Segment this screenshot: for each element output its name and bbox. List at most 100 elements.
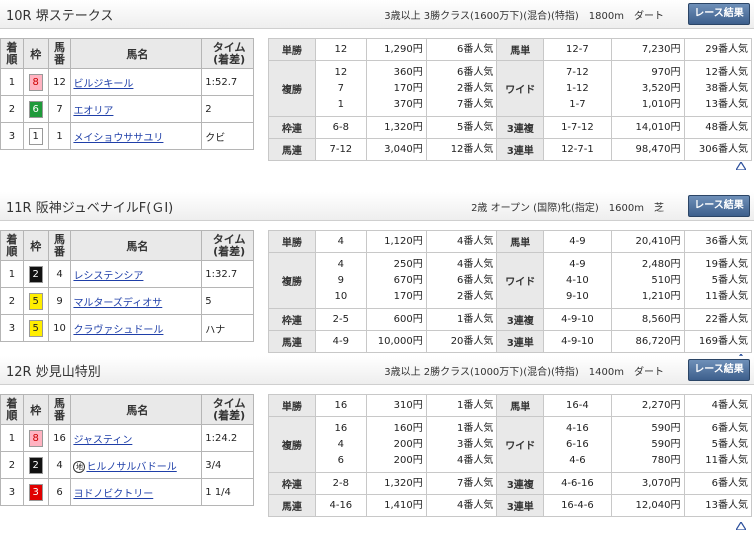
payout-combination: 1-12: [566, 82, 589, 94]
race-title: 10R 堺ステークス: [6, 9, 114, 24]
bet-type-wakuren: 枠連: [268, 472, 316, 495]
horse-name-link[interactable]: ジャスティン: [73, 435, 132, 446]
finish-table: 着順枠馬番 馬名 タイム (着差) 1 8 16 ジャスティン 1:24.2 2 2 4 地ヒルノサルバ…: [0, 394, 254, 506]
frame-badge: 6: [28, 100, 43, 118]
header-horse-number: 馬番: [47, 230, 72, 261]
header-horse-name: 馬名: [70, 38, 203, 69]
payout-combination-cell: 2-8: [314, 472, 367, 495]
race-result-button[interactable]: レース結果: [688, 3, 750, 25]
horse-name-link[interactable]: ビルジキール: [73, 79, 133, 90]
horse-name-link[interactable]: クラヴァシュドール: [73, 325, 163, 336]
payout-amount: 1,320円: [384, 121, 423, 133]
payout-amount-cell: 310円: [365, 394, 427, 417]
payout-popularity: 169番人気: [698, 335, 748, 347]
frame-cell: 8: [22, 424, 49, 452]
payout-amount: 600円: [393, 313, 423, 325]
payout-amount-cell: 160円 200円 200円: [365, 416, 427, 473]
horse-name-link[interactable]: レシステンシア: [73, 271, 143, 282]
horse-name-link[interactable]: エオリア: [73, 106, 113, 117]
payout-amount: 1,120円: [384, 235, 423, 247]
payout-popularity: 48番人気: [705, 121, 748, 133]
payout-popularity: 20番人気: [450, 335, 494, 347]
finish-row: 3 3 6 ヨドノビクトリー 1 1/4: [0, 478, 254, 506]
finish-table-header: 着順枠馬番 馬名 タイム (着差): [0, 38, 254, 69]
payout-combination: 16-4-6: [561, 499, 594, 511]
race-conditions: 3歳以上 3勝クラス(1600万下)(混合)(特指) 1800m ダート: [374, 7, 664, 22]
bet-type-sanrenpuku: 3連複: [496, 116, 545, 139]
payout-combination: 16: [334, 399, 348, 411]
bet-type-fukusho: 複勝: [268, 252, 316, 309]
local-horse-icon: 地: [73, 460, 86, 473]
payout-popularity-cell: 20番人気: [425, 330, 498, 353]
bet-type-fukusho: 複勝: [268, 60, 316, 117]
payout-amount-cell: 98,470円: [610, 138, 685, 161]
payout-combination: 10: [334, 290, 348, 302]
payout-combination-cell: 16: [314, 394, 367, 417]
payout-combination: 2-8: [332, 477, 349, 489]
payout-combination-cell: 12-7: [543, 38, 612, 61]
header-time-label: タイム: [212, 396, 246, 410]
payout-popularity: 4番人気: [457, 454, 494, 466]
race-result-button[interactable]: レース結果: [688, 359, 750, 381]
payout-combination: 12: [334, 43, 348, 55]
payout-amount: 170円: [393, 290, 423, 302]
payout-table: 単勝 4 1,120円 4番人気 馬単 4-9 20,410円 36番人気 複勝 4 9 10 250円…: [268, 230, 752, 353]
payout-row: 馬連 4-9 10,000円 20番人気 3連単 4-9-10 86,720円 169番人気: [268, 330, 752, 353]
payout-popularity: 5番人気: [711, 438, 748, 450]
frame-cell: 1: [22, 122, 49, 150]
page-top-arrow-icon[interactable]: [734, 520, 748, 531]
finish-rank: 2: [0, 287, 24, 315]
header-frame: 枠: [22, 394, 49, 425]
payout-popularity: 13番人気: [705, 499, 748, 511]
payout-popularity: 4番人気: [457, 499, 494, 511]
finish-row: 3 5 10 クラヴァシュドール ハナ: [0, 314, 254, 342]
payout-popularity: 29番人気: [705, 43, 748, 55]
race-conditions: 3歳以上 2勝クラス(1000万下)(混合)(特指) 1400m ダート: [374, 363, 664, 378]
payout-amount-cell: 250円 670円 170円: [365, 252, 427, 309]
payout-popularity-cell: 7番人気: [425, 472, 498, 495]
bet-type-wide: ワイド: [496, 252, 545, 309]
payout-amount-cell: 2,270円: [610, 394, 685, 417]
payout-amount: 370円: [393, 98, 423, 110]
horse-name-cell: メイショウササユリ: [70, 122, 203, 150]
horse-name-cell: マルターズディオサ: [70, 287, 203, 315]
payout-popularity: 7番人気: [457, 477, 494, 489]
horse-name-link[interactable]: メイショウササユリ: [73, 133, 163, 144]
payout-combination: 6-16: [566, 438, 589, 450]
finish-rank: 1: [0, 260, 24, 288]
payout-amount-cell: 970円 3,520円 1,010円: [610, 60, 685, 117]
payout-popularity-cell: 22番人気: [683, 308, 752, 331]
frame-badge: 3: [28, 483, 43, 501]
bet-type-sanrentan: 3連単: [496, 330, 545, 353]
payout-popularity-cell: 6番人気: [425, 38, 498, 61]
payout-popularity: 4番人気: [457, 258, 494, 270]
finish-rank: 1: [0, 424, 24, 452]
payout-amount-cell: 1,290円: [365, 38, 427, 61]
bet-type-wide: ワイド: [496, 416, 545, 473]
finish-time: 3/4: [201, 451, 254, 479]
payout-popularity: 1番人気: [457, 313, 494, 325]
horse-name-link[interactable]: マルターズディオサ: [73, 298, 162, 309]
race-header: 10R 堺ステークス 3歳以上 3勝クラス(1600万下)(混合)(特指) 1800…: [0, 0, 754, 29]
bet-type-sanrenpuku: 3連複: [496, 308, 545, 331]
payout-combination-cell: 16-4-6: [543, 494, 612, 517]
finish-row: 1 8 12 ビルジキール 1:52.7: [0, 68, 254, 96]
payout-combination: 1: [337, 98, 345, 110]
race-class: 3歳以上 3勝クラス(1600万下)(混合)(特指): [384, 11, 579, 22]
payout-popularity: 13番人気: [705, 98, 748, 110]
horse-name-link[interactable]: ヒルノサルバドール: [86, 462, 176, 473]
page-top-arrow-icon[interactable]: [734, 160, 748, 171]
payout-combination: 7-12: [566, 66, 589, 78]
payout-amount: 1,410円: [384, 499, 423, 511]
horse-name-link[interactable]: ヨドノビクトリー: [73, 489, 153, 500]
payout-popularity: 36番人気: [705, 235, 748, 247]
header-horse-number: 馬番: [47, 394, 72, 425]
payout-combination: 16-4: [566, 399, 589, 411]
payout-amount: 1,320円: [384, 477, 423, 489]
race-distance: 1400m: [588, 367, 624, 378]
race-result-button[interactable]: レース結果: [688, 195, 750, 217]
finish-time: 2: [201, 95, 254, 123]
race-surface: ダート: [634, 11, 664, 22]
race-title: 12R 妙見山特別: [6, 365, 101, 380]
finish-time: 1:52.7: [201, 68, 254, 96]
